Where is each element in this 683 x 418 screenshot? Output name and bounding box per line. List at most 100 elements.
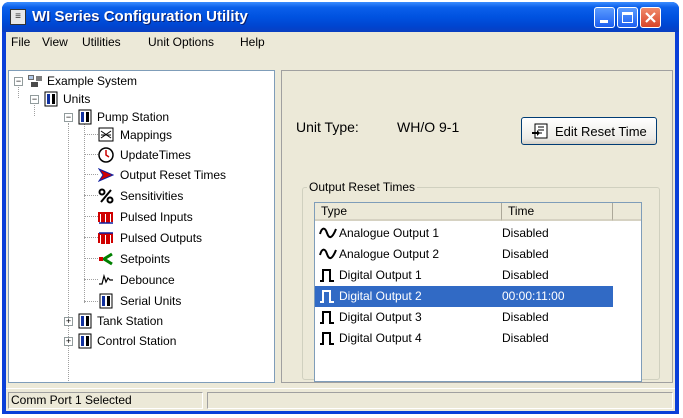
tree-connector xyxy=(84,258,98,259)
table-row[interactable]: Digital Output 2 00:00:11:00 xyxy=(315,286,613,307)
table-row[interactable]: Digital Output 1 Disabled xyxy=(315,265,613,286)
unit-icon xyxy=(44,91,58,107)
tree-label: Serial Units xyxy=(120,294,182,308)
row-time: Disabled xyxy=(502,310,549,324)
detail-panel: Unit Type: WH/O 9-1 Edit Reset Time Outp… xyxy=(281,70,673,383)
tree-label: Example System xyxy=(47,74,138,88)
system-tree[interactable]: − Example System − Units − Pump Station … xyxy=(8,70,275,383)
tree-connector xyxy=(84,134,98,135)
table-row[interactable]: Analogue Output 2 Disabled xyxy=(315,244,613,265)
edit-icon xyxy=(532,123,548,139)
pulse-icon xyxy=(98,232,113,244)
minimize-icon xyxy=(600,20,608,23)
column-header-time[interactable]: Time xyxy=(502,203,613,221)
tree-item-update-times[interactable]: UpdateTimes xyxy=(98,146,268,164)
minimize-button[interactable] xyxy=(594,7,615,28)
percent-icon xyxy=(98,188,114,204)
tree-label: Pulsed Inputs xyxy=(120,210,193,224)
close-button[interactable] xyxy=(640,7,661,28)
tree-item-serial-units[interactable]: Serial Units xyxy=(98,292,268,310)
close-icon xyxy=(645,12,656,23)
title-bar[interactable]: ≡ WI Series Configuration Utility xyxy=(2,2,679,32)
tree-item-output-reset-times[interactable]: Output Reset Times xyxy=(98,166,268,184)
menu-utilities[interactable]: Utilities xyxy=(82,35,121,49)
app-window: ≡ WI Series Configuration Utility File V… xyxy=(2,2,679,414)
edit-reset-time-label: Edit Reset Time xyxy=(555,124,647,139)
expand-icon[interactable]: + xyxy=(64,337,73,346)
tree-label: Tank Station xyxy=(97,314,164,328)
table-row[interactable]: Digital Output 3 Disabled xyxy=(315,307,613,328)
analogue-icon xyxy=(319,227,337,239)
unit-icon xyxy=(78,333,92,349)
menu-unit-options[interactable]: Unit Options xyxy=(148,35,214,49)
status-text: Comm Port 1 Selected xyxy=(8,392,203,409)
system-icon xyxy=(28,75,42,87)
tree-item-pulsed-outputs[interactable]: Pulsed Outputs xyxy=(98,229,268,247)
tree-label: Pulsed Outputs xyxy=(120,231,203,245)
tree-label: UpdateTimes xyxy=(120,148,191,162)
tree-item-mappings[interactable]: Mappings xyxy=(98,126,268,144)
unit-type-value: WH/O 9-1 xyxy=(397,119,460,135)
tree-label: Output Reset Times xyxy=(120,168,227,182)
column-header-type[interactable]: Type xyxy=(315,203,502,221)
tree-connector xyxy=(84,174,98,175)
tree-item-pulsed-inputs[interactable]: Pulsed Inputs xyxy=(98,208,268,226)
tree-label: Debounce xyxy=(120,273,175,287)
tree-item-setpoints[interactable]: Setpoints xyxy=(98,250,268,268)
tree-item-tank-station[interactable]: + Tank Station xyxy=(64,312,264,330)
tree-item-pump-station[interactable]: − Pump Station xyxy=(64,108,264,126)
menu-bar: File View Utilities Unit Options Help xyxy=(6,32,675,51)
tree-item-sensitivities[interactable]: Sensitivities xyxy=(98,187,268,205)
row-time: Disabled xyxy=(502,331,549,345)
debounce-icon xyxy=(99,273,113,285)
row-time: Disabled xyxy=(502,226,549,240)
menu-file[interactable]: File xyxy=(11,35,30,49)
collapse-icon[interactable]: − xyxy=(14,77,23,86)
group-title: Output Reset Times xyxy=(307,180,418,194)
tree-label: Units xyxy=(63,92,91,106)
collapse-icon[interactable]: − xyxy=(30,95,39,104)
clock-icon xyxy=(98,147,114,163)
tree-item-example-system[interactable]: − Example System xyxy=(14,72,264,90)
digital-icon xyxy=(320,311,334,324)
table-row[interactable]: Analogue Output 1 Disabled xyxy=(315,223,613,244)
row-type: Digital Output 1 xyxy=(339,268,422,282)
menu-view[interactable]: View xyxy=(42,35,68,49)
row-type: Analogue Output 1 xyxy=(339,226,440,240)
digital-icon xyxy=(320,290,334,303)
digital-icon xyxy=(320,269,334,282)
row-type: Digital Output 3 xyxy=(339,310,422,324)
tree-label: Control Station xyxy=(97,334,177,348)
app-icon: ≡ xyxy=(10,9,26,25)
output-reset-times-list[interactable]: Type Time Analogue Output 1 Disabled Analo… xyxy=(314,202,642,382)
edit-reset-time-button[interactable]: Edit Reset Time xyxy=(521,117,657,145)
tree-label: Pump Station xyxy=(97,110,170,124)
digital-icon xyxy=(320,332,334,345)
analogue-icon xyxy=(319,248,337,260)
maximize-button[interactable] xyxy=(617,7,638,28)
menu-help[interactable]: Help xyxy=(240,35,265,49)
tree-connector xyxy=(84,237,98,238)
row-type: Digital Output 4 xyxy=(339,331,422,345)
status-bar: Comm Port 1 Selected xyxy=(6,388,675,411)
status-panel-empty xyxy=(207,392,673,409)
row-type: Analogue Output 2 xyxy=(339,247,440,261)
pulse-icon xyxy=(98,212,113,224)
tree-connector xyxy=(84,123,85,303)
collapse-icon[interactable]: − xyxy=(64,113,73,122)
setpoint-icon xyxy=(99,252,113,266)
expand-icon[interactable]: + xyxy=(64,317,73,326)
maximize-icon xyxy=(622,12,633,23)
client-area: File View Utilities Unit Options Help − xyxy=(6,32,675,411)
table-row[interactable]: Digital Output 4 Disabled xyxy=(315,328,613,349)
tree-connector xyxy=(84,279,98,280)
column-header-blank xyxy=(613,203,641,221)
unit-type-label: Unit Type: xyxy=(296,119,359,135)
tree-item-units[interactable]: − Units xyxy=(30,90,260,108)
tree-item-control-station[interactable]: + Control Station xyxy=(64,332,264,350)
tree-item-debounce[interactable]: Debounce xyxy=(98,271,268,289)
tree-connector xyxy=(84,301,98,302)
tree-connector xyxy=(84,195,98,196)
tree-connector xyxy=(84,216,98,217)
unit-icon xyxy=(78,313,92,329)
